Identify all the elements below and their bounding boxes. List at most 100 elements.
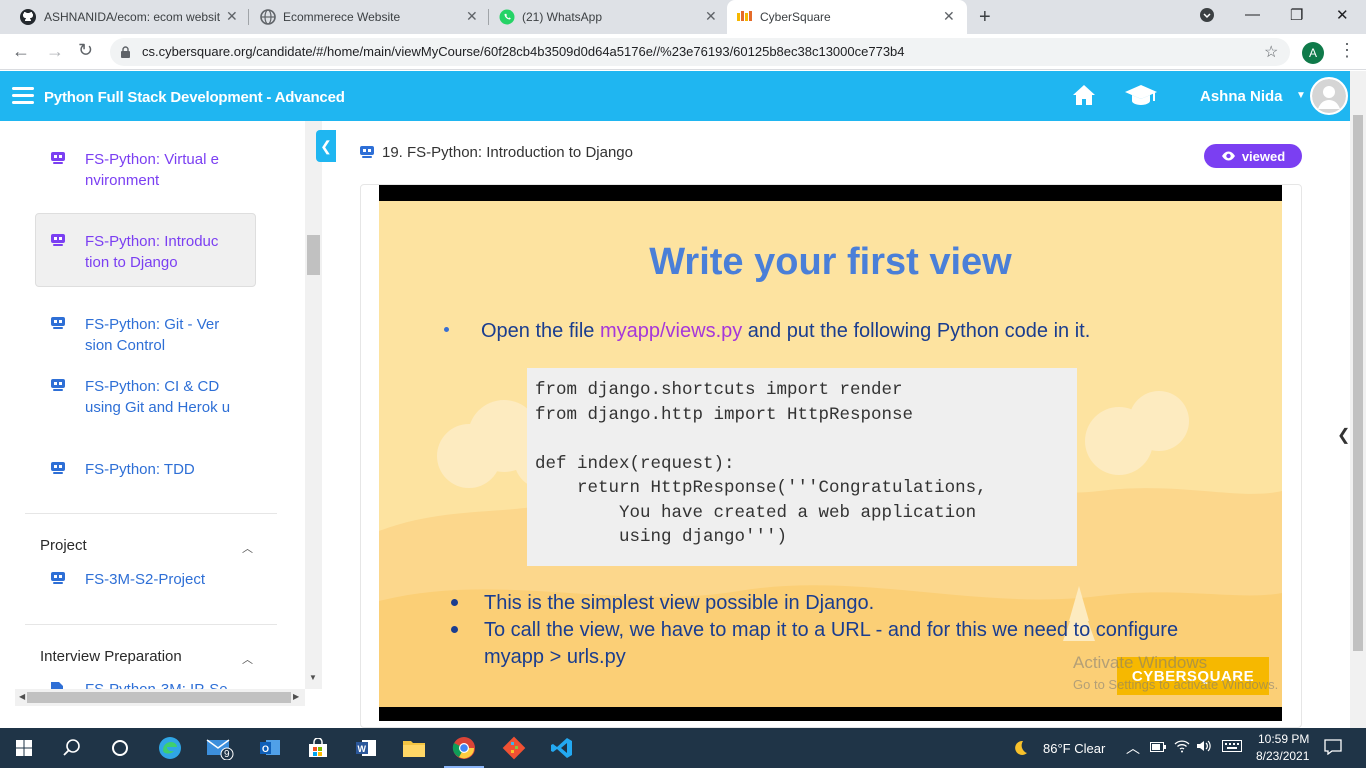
sidebar-item-label: FS-3M-S2-Project xyxy=(85,571,206,588)
restore-icon[interactable]: ❐ xyxy=(1290,6,1303,24)
browser-tab-cybersquare[interactable]: CyberSquare ✕ xyxy=(727,0,967,34)
weather-text[interactable]: 86°F Clear xyxy=(1043,741,1105,756)
video-lesson-icon xyxy=(50,571,66,590)
browser-tab-strip: ASHNANIDA/ecom: ecom websit ✕ Ecommerece… xyxy=(0,0,1366,34)
forward-icon[interactable]: → xyxy=(46,41,64,62)
tab-search-icon[interactable] xyxy=(1200,8,1214,26)
browser-tab-ecommerce[interactable]: Ecommerece Website ✕ xyxy=(250,0,488,34)
status-badge: viewed xyxy=(1204,144,1302,168)
hamburger-menu-icon[interactable] xyxy=(12,86,34,109)
tab-title: CyberSquare xyxy=(760,10,831,24)
avatar[interactable] xyxy=(1310,77,1348,115)
keyboard-icon[interactable] xyxy=(1222,740,1242,755)
browser-menu-icon[interactable]: ⋮ xyxy=(1338,40,1356,61)
address-bar: ← → ↻ cs.cybersquare.org/candidate/#/hom… xyxy=(0,34,1366,70)
windows-start-icon[interactable] xyxy=(0,728,48,768)
svg-text:O: O xyxy=(262,744,269,754)
back-icon[interactable]: ← xyxy=(12,41,30,62)
page-scrollbar[interactable] xyxy=(1350,71,1366,728)
lesson-title: 19. FS-Python: Introduction to Django xyxy=(382,144,633,161)
vscode-icon[interactable] xyxy=(538,728,586,768)
profile-avatar[interactable]: A xyxy=(1302,42,1324,64)
git-icon[interactable] xyxy=(490,728,538,768)
tab-title: (21) WhatsApp xyxy=(522,10,603,24)
code-block: from django.shortcuts import render from… xyxy=(527,368,1077,566)
home-icon[interactable] xyxy=(1072,84,1096,111)
chevron-up-icon[interactable]: ︿ xyxy=(242,540,253,556)
globe-icon xyxy=(260,9,276,25)
browser-tab-github[interactable]: ASHNANIDA/ecom: ecom websit ✕ xyxy=(0,0,246,34)
scrollbar-thumb[interactable] xyxy=(1353,115,1363,651)
section-title-interview[interactable]: Interview Preparation xyxy=(40,648,182,665)
sidebar-item-label: FS-Python: CI & CD using Git and Herok u xyxy=(85,378,231,416)
windows-taskbar: 9 O W 86°F Clear ︿ 10:59 PM 8/23/2021 xyxy=(0,728,1366,768)
notifications-icon[interactable] xyxy=(1324,739,1342,758)
scroll-down-arrow-icon[interactable]: ▼ xyxy=(309,673,317,682)
wifi-icon[interactable] xyxy=(1174,739,1190,756)
sidebar-item-label: FS-Python: Git - Ver sion Control xyxy=(85,316,220,354)
divider xyxy=(25,624,277,625)
sidebar-scrollbar[interactable]: ▼ xyxy=(305,121,322,689)
chevron-left-icon[interactable]: ❮ xyxy=(1337,425,1350,445)
url-text[interactable]: cs.cybersquare.org/candidate/#/home/main… xyxy=(142,44,905,59)
close-tab-icon[interactable]: ✕ xyxy=(943,8,955,25)
scroll-right-arrow-icon[interactable]: ▶ xyxy=(293,692,299,701)
file-explorer-icon[interactable] xyxy=(390,728,438,768)
activate-windows-subtitle: Go to Settings to activate Windows. xyxy=(1073,677,1279,692)
graduation-cap-icon[interactable] xyxy=(1124,84,1158,111)
collapse-sidebar-button[interactable]: ❮ xyxy=(316,130,336,162)
video-lesson-icon xyxy=(50,151,66,170)
new-tab-icon[interactable]: + xyxy=(979,6,991,29)
scrollbar-thumb[interactable] xyxy=(27,692,291,703)
close-tab-icon[interactable]: ✕ xyxy=(466,8,478,25)
chevron-down-icon[interactable]: ▼ xyxy=(1296,90,1306,101)
section-title-project[interactable]: Project xyxy=(40,537,87,554)
bullet-dot xyxy=(444,327,449,332)
bullet-text: This is the simplest view possible in Dj… xyxy=(484,592,875,614)
sidebar-item-label: FS-Python: TDD xyxy=(85,461,195,478)
close-tab-icon[interactable]: ✕ xyxy=(226,8,238,25)
video-lesson-icon xyxy=(50,378,66,397)
task-view-icon[interactable] xyxy=(96,728,144,768)
store-icon[interactable] xyxy=(294,728,342,768)
scrollbar-thumb[interactable] xyxy=(307,235,320,275)
edge-icon[interactable] xyxy=(146,728,194,768)
chevron-up-icon[interactable]: ︿ xyxy=(1126,738,1140,758)
course-sidebar: FS-Python: Virtual e nvironment FS-Pytho… xyxy=(0,121,305,715)
close-tab-icon[interactable]: ✕ xyxy=(705,8,717,25)
word-icon[interactable]: W xyxy=(342,728,390,768)
scroll-left-arrow-icon[interactable]: ◀ xyxy=(19,692,25,701)
activate-windows-title: Activate Windows xyxy=(1073,653,1208,672)
slide-title: Write your first view xyxy=(649,241,1012,283)
sidebar-horizontal-scrollbar[interactable]: ◀ ▶ xyxy=(15,689,305,706)
divider xyxy=(25,513,277,514)
bookmark-star-icon[interactable]: ☆ xyxy=(1264,42,1278,62)
chevron-up-icon[interactable]: ︿ xyxy=(242,651,253,667)
clock-date[interactable]: 8/23/2021 xyxy=(1256,749,1309,763)
reload-icon[interactable]: ↻ xyxy=(78,40,93,61)
bullet-text: Open the file myapp/views.py and put the… xyxy=(481,320,1091,342)
user-name[interactable]: Ashna Nida xyxy=(1200,88,1283,105)
close-window-icon[interactable]: ✕ xyxy=(1336,6,1349,24)
sidebar-item-label: FS-Python: Introduc tion to Django xyxy=(85,233,219,271)
status-badge-label: viewed xyxy=(1241,148,1286,164)
outlook-icon[interactable]: O xyxy=(246,728,294,768)
svg-text:W: W xyxy=(358,744,367,754)
lock-icon[interactable] xyxy=(120,46,131,64)
minimize-icon[interactable]: — xyxy=(1245,6,1260,23)
sidebar-item-label: FS-Python: Virtual e nvironment xyxy=(85,151,219,189)
mail-badge: 9 xyxy=(224,749,230,760)
battery-icon[interactable] xyxy=(1150,740,1166,755)
volume-icon[interactable] xyxy=(1196,739,1212,756)
cybersquare-icon xyxy=(737,9,753,25)
clock-time[interactable]: 10:59 PM xyxy=(1258,732,1309,746)
weather-moon-icon[interactable] xyxy=(1000,728,1040,768)
bullet-dot xyxy=(451,599,458,606)
slide: Write your first view Open the file myap… xyxy=(379,201,1282,707)
search-icon[interactable] xyxy=(48,728,96,768)
browser-tab-whatsapp[interactable]: (21) WhatsApp ✕ xyxy=(489,0,727,34)
mail-icon[interactable]: 9 xyxy=(196,728,244,768)
chrome-icon[interactable] xyxy=(440,728,488,768)
video-lesson-icon xyxy=(50,461,66,480)
video-player[interactable]: Write your first view Open the file myap… xyxy=(379,185,1282,721)
